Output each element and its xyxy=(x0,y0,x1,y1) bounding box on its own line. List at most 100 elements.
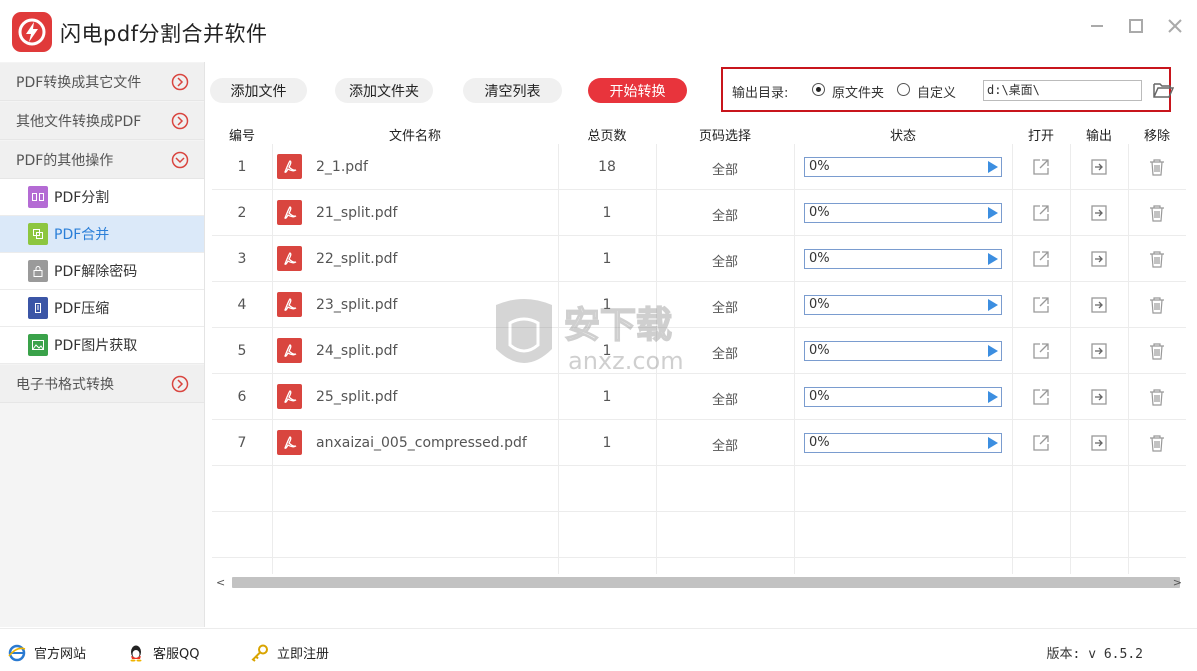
total-pages: 1 xyxy=(602,205,612,221)
sidebar-item-label: PDF合并 xyxy=(54,227,110,243)
version-label: 版本: v 6.5.2 xyxy=(1046,647,1143,662)
pdf-file-icon xyxy=(277,154,302,179)
page-range[interactable]: 全部 xyxy=(656,435,794,454)
trash-icon[interactable] xyxy=(1148,204,1166,222)
page-range[interactable]: 全部 xyxy=(656,297,794,316)
sidebar-group-pdf-other-ops[interactable]: PDF的其他操作 xyxy=(0,141,204,179)
sidebar-item-pdf-compress[interactable]: PDF压缩 xyxy=(0,290,204,327)
file-name: 21_split.pdf xyxy=(316,205,398,221)
page-range[interactable]: 全部 xyxy=(656,205,794,224)
scrollbar-thumb[interactable] xyxy=(232,577,1180,588)
header-total-pages: 总页数 xyxy=(587,129,627,144)
radio-original-folder-label[interactable]: 原文件夹 xyxy=(832,82,884,101)
sidebar-item-pdf-unlock[interactable]: PDF解除密码 xyxy=(0,253,204,290)
progress-bar: 0% xyxy=(804,341,1002,361)
chevron-right-circle-icon xyxy=(171,375,189,393)
minimize-button[interactable] xyxy=(1085,14,1109,38)
add-file-button[interactable]: 添加文件 xyxy=(210,78,307,103)
row-number: 6 xyxy=(237,389,247,405)
sidebar-item-pdf-split[interactable]: PDF分割 xyxy=(0,179,204,216)
progress-text: 0% xyxy=(809,389,830,404)
sidebar-group-ebook-convert[interactable]: 电子书格式转换 xyxy=(0,365,204,403)
output-path-field[interactable]: d:\桌面\ xyxy=(983,80,1142,101)
footer-bar: 官方网站 客服QQ 立即注册 版本: v 6.5.2 xyxy=(0,628,1197,671)
sidebar: PDF转换成其它文件 其他文件转换成PDF PDF的其他操作 PDF分割 PDF… xyxy=(0,62,205,627)
open-external-icon[interactable] xyxy=(1032,342,1050,360)
folder-open-icon[interactable] xyxy=(1152,80,1174,100)
table-row[interactable]: 5 24_split.pdf 1 全部 0% xyxy=(212,328,1186,374)
play-icon[interactable] xyxy=(988,345,998,357)
page-range[interactable]: 全部 xyxy=(656,159,794,178)
sidebar-item-pdf-image-extract[interactable]: PDF图片获取 xyxy=(0,327,204,364)
start-convert-button[interactable]: 开始转换 xyxy=(588,78,687,103)
register-now-link[interactable]: 立即注册 xyxy=(251,643,329,662)
scroll-right-icon[interactable]: > xyxy=(1173,576,1182,589)
radio-custom-folder-label[interactable]: 自定义 xyxy=(917,82,956,101)
sidebar-group-label: PDF转换成其它文件 xyxy=(16,74,142,91)
progress-text: 0% xyxy=(809,297,830,312)
play-icon[interactable] xyxy=(988,391,998,403)
output-export-icon[interactable] xyxy=(1090,296,1108,314)
play-icon[interactable] xyxy=(988,207,998,219)
open-external-icon[interactable] xyxy=(1032,388,1050,406)
open-external-icon[interactable] xyxy=(1032,434,1050,452)
output-export-icon[interactable] xyxy=(1090,434,1108,452)
open-external-icon[interactable] xyxy=(1032,250,1050,268)
page-range[interactable]: 全部 xyxy=(656,251,794,270)
sidebar-item-label: PDF压缩 xyxy=(54,301,110,317)
radio-custom-folder[interactable] xyxy=(897,83,910,96)
file-name: 23_split.pdf xyxy=(316,297,398,313)
clear-list-button[interactable]: 清空列表 xyxy=(463,78,562,103)
scroll-left-icon[interactable]: < xyxy=(216,576,225,589)
trash-icon[interactable] xyxy=(1148,250,1166,268)
trash-icon[interactable] xyxy=(1148,296,1166,314)
play-icon[interactable] xyxy=(988,253,998,265)
output-export-icon[interactable] xyxy=(1090,204,1108,222)
progress-bar: 0% xyxy=(804,157,1002,177)
open-external-icon[interactable] xyxy=(1032,204,1050,222)
open-external-icon[interactable] xyxy=(1032,296,1050,314)
table-row[interactable]: 2 21_split.pdf 1 全部 0% xyxy=(212,190,1186,236)
total-pages: 1 xyxy=(602,297,612,313)
radio-original-folder[interactable] xyxy=(812,83,825,96)
table-row[interactable]: 4 23_split.pdf 1 全部 0% xyxy=(212,282,1186,328)
table-row[interactable]: 1 2_1.pdf 18 全部 0% xyxy=(212,144,1186,190)
output-export-icon[interactable] xyxy=(1090,158,1108,176)
table-row[interactable]: 3 22_split.pdf 1 全部 0% xyxy=(212,236,1186,282)
progress-text: 0% xyxy=(809,343,830,358)
trash-icon[interactable] xyxy=(1148,388,1166,406)
pdf-file-icon xyxy=(277,338,302,363)
official-website-link[interactable]: 官方网站 xyxy=(8,643,86,662)
progress-bar: 0% xyxy=(804,249,1002,269)
page-range[interactable]: 全部 xyxy=(656,343,794,362)
maximize-button[interactable] xyxy=(1124,14,1148,38)
close-icon xyxy=(1168,19,1182,33)
play-icon[interactable] xyxy=(988,299,998,311)
table-row[interactable]: 6 25_split.pdf 1 全部 0% xyxy=(212,374,1186,420)
header-status: 状态 xyxy=(889,129,916,144)
output-export-icon[interactable] xyxy=(1090,342,1108,360)
title-bar: 闪电pdf分割合并软件 xyxy=(0,0,1197,62)
customer-service-qq-link[interactable]: 客服QQ xyxy=(127,643,199,662)
open-external-icon[interactable] xyxy=(1032,158,1050,176)
play-icon[interactable] xyxy=(988,161,998,173)
sidebar-group-pdf-to-other[interactable]: PDF转换成其它文件 xyxy=(0,63,204,101)
trash-icon[interactable] xyxy=(1148,342,1166,360)
empty-row xyxy=(212,512,1186,558)
header-filename: 文件名称 xyxy=(388,129,441,144)
output-export-icon[interactable] xyxy=(1090,250,1108,268)
add-folder-button[interactable]: 添加文件夹 xyxy=(335,78,433,103)
trash-icon[interactable] xyxy=(1148,158,1166,176)
pdf-file-icon xyxy=(277,200,302,225)
output-export-icon[interactable] xyxy=(1090,388,1108,406)
image-file-icon xyxy=(28,334,48,356)
sidebar-item-pdf-merge[interactable]: PDF合并 xyxy=(0,216,204,253)
close-button[interactable] xyxy=(1163,14,1187,38)
horizontal-scrollbar[interactable]: < > xyxy=(212,574,1186,590)
play-icon[interactable] xyxy=(988,437,998,449)
sidebar-group-other-to-pdf[interactable]: 其他文件转换成PDF xyxy=(0,102,204,140)
trash-icon[interactable] xyxy=(1148,434,1166,452)
pdf-file-icon xyxy=(277,430,302,455)
table-row[interactable]: 7 anxaizai_005_compressed.pdf 1 全部 0% xyxy=(212,420,1186,466)
page-range[interactable]: 全部 xyxy=(656,389,794,408)
